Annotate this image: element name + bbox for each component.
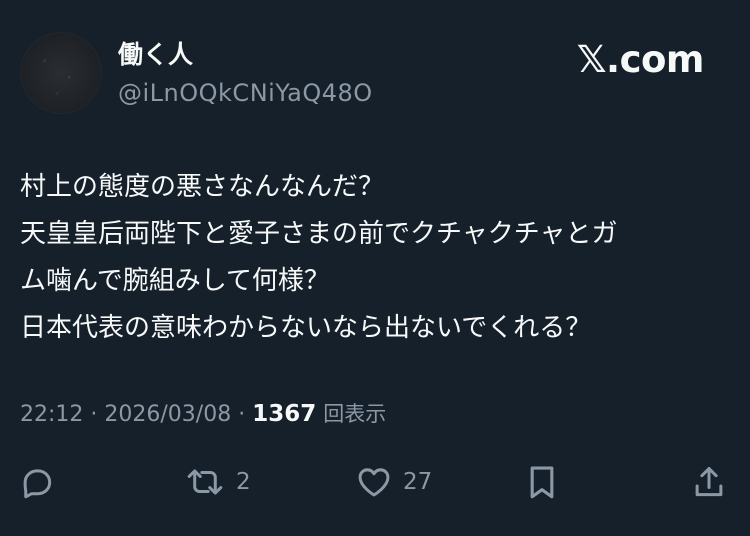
share-button[interactable]	[690, 462, 728, 502]
meta-separator: ·	[90, 402, 98, 427]
tweet-meta: 22:12 · 2026/03/08 · 1367 回表示	[20, 397, 386, 432]
bookmark-icon	[524, 462, 560, 502]
tweet-time[interactable]: 22:12	[20, 402, 83, 427]
views-count: 1367	[252, 401, 317, 427]
tweet-text-line: 村上の態度の悪さなんなんだ？	[20, 172, 385, 202]
heart-icon	[355, 463, 393, 501]
reply-icon	[18, 463, 56, 501]
retweet-count: 2	[236, 469, 251, 495]
bookmark-button[interactable]	[524, 462, 560, 502]
tweet-text-line: ム噛んで腕組みして何様？	[20, 266, 330, 296]
tweet-text-line: 日本代表の意味わからないなら出ないでくれる？	[20, 313, 592, 343]
views-label: 回表示	[323, 402, 387, 426]
like-count: 27	[403, 469, 433, 495]
retweet-icon	[184, 463, 226, 501]
avatar[interactable]	[20, 32, 102, 114]
like-button[interactable]: 27	[355, 462, 432, 502]
x-logo: 𝕏.com	[576, 38, 705, 81]
tweet-text-line: 天皇皇后両陛下と愛子さまの前でクチャクチャとガ	[20, 219, 618, 249]
reply-button[interactable]	[18, 462, 56, 502]
share-icon	[690, 463, 728, 501]
retweet-button[interactable]: 2	[184, 462, 251, 502]
meta-separator: ·	[238, 402, 246, 427]
tweet-date[interactable]: 2026/03/08	[104, 402, 231, 427]
author-display-name[interactable]: 働く人	[118, 40, 193, 70]
action-bar: 2 27	[0, 462, 750, 502]
tweet-text: 村上の態度の悪さなんなんだ？ 天皇皇后両陛下と愛子さまの前でクチャクチャとガ ム…	[20, 164, 735, 352]
author-handle[interactable]: @iLnOQkCNiYaQ48O	[118, 78, 373, 108]
tweet-card: 働く人 @iLnOQkCNiYaQ48O 𝕏.com 村上の態度の悪さなんなんだ…	[0, 0, 750, 536]
